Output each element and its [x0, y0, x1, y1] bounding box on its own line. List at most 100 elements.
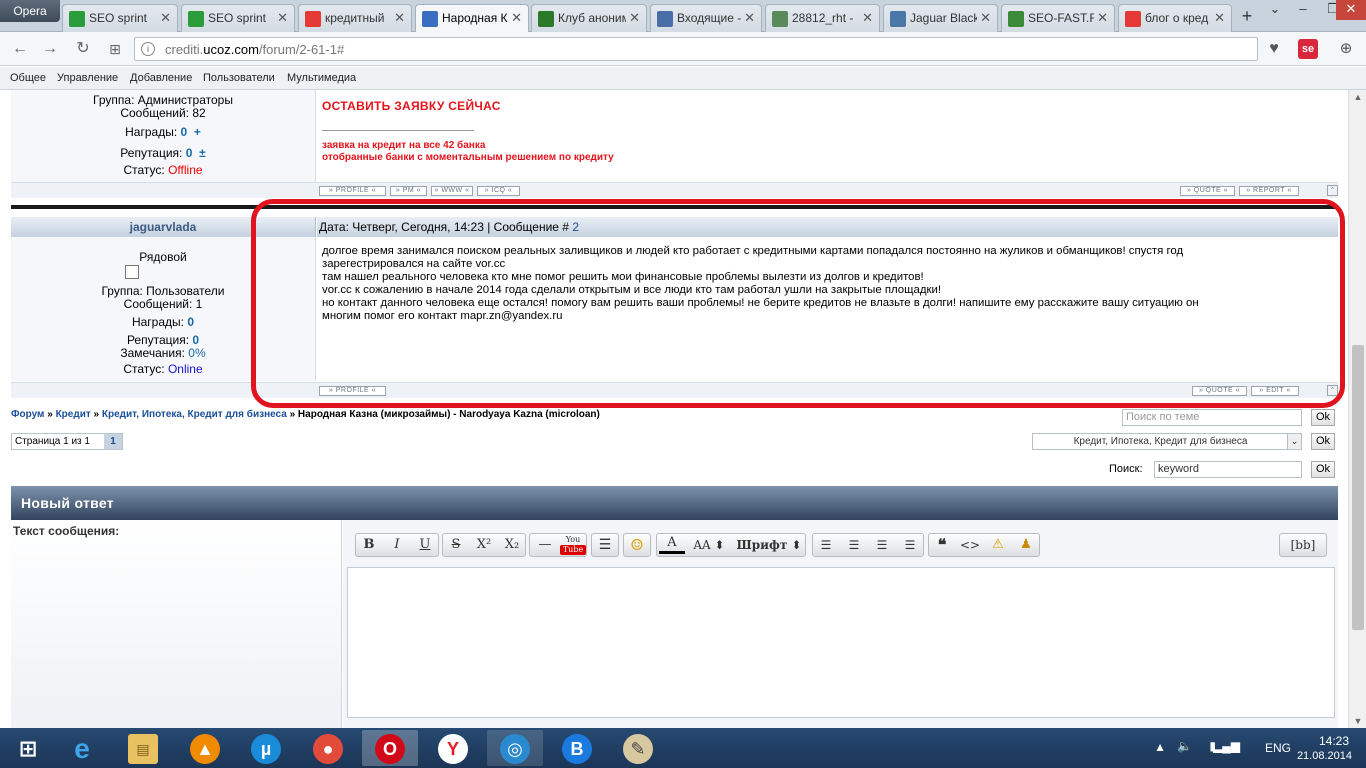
hide-icon[interactable]: ♟	[1013, 534, 1039, 556]
forward-icon[interactable]: →	[40, 39, 60, 59]
forum-jump-ok-button[interactable]: Ok	[1311, 433, 1335, 450]
reputation-button[interactable]: ±	[199, 146, 206, 160]
text-color-button[interactable]: A	[659, 534, 685, 554]
tab-list-icon[interactable]: ⌄	[1260, 0, 1290, 20]
post1-cta-link[interactable]: ОСТАВИТЬ ЗАЯВКУ СЕЙЧАС	[322, 99, 501, 113]
youtube-icon[interactable]: You Tube	[560, 534, 586, 556]
speed-dial-icon[interactable]: ⊞	[105, 39, 125, 59]
close-tab-icon[interactable]: ✕	[511, 10, 522, 26]
close-tab-icon[interactable]: ✕	[744, 10, 755, 26]
seo-extension-icon[interactable]: se	[1298, 39, 1318, 59]
browser-tab[interactable]: кредитный ✕	[298, 4, 412, 32]
forum-jump-select[interactable]: Кредит, Ипотека, Кредит для бизнеса ⌄	[1032, 433, 1302, 450]
breadcrumb-forum-link[interactable]: Форум	[11, 409, 44, 420]
clock-date[interactable]: 21.08.2014	[1297, 750, 1352, 762]
browser-tab[interactable]: Входящие - ✕	[650, 4, 762, 32]
admin-menu-manage[interactable]: Управление	[57, 72, 118, 84]
quote-icon[interactable]: ❝	[929, 534, 955, 556]
italic-button[interactable]: I	[384, 534, 410, 556]
admin-menu-multimedia[interactable]: Мультимедиа	[287, 72, 356, 84]
close-tab-icon[interactable]: ✕	[277, 10, 288, 26]
disc-app-icon[interactable]: ◎	[487, 730, 543, 766]
admin-menu-general[interactable]: Общее	[10, 72, 46, 84]
opera-taskbar-icon[interactable]: O	[362, 730, 418, 766]
hr-button[interactable]: —	[532, 534, 558, 556]
volume-icon[interactable]: 🔈	[1177, 739, 1192, 753]
browser-tab[interactable]: Народная К ✕	[415, 4, 529, 32]
underline-button[interactable]: U	[412, 534, 438, 556]
close-tab-icon[interactable]: ✕	[980, 10, 991, 26]
browser-tab[interactable]: SEO-FAST.R ✕	[1001, 4, 1115, 32]
browser-tab[interactable]: SEO sprint ✕	[62, 4, 178, 32]
browser-tab[interactable]: SEO sprint ✕	[181, 4, 295, 32]
spoiler-icon[interactable]: ⚠	[985, 534, 1011, 556]
post1-icq-button[interactable]: » ICQ «	[477, 186, 520, 196]
close-tab-icon[interactable]: ✕	[160, 10, 171, 26]
post1-pm-button[interactable]: » PM «	[390, 186, 427, 196]
language-indicator[interactable]: ENG	[1265, 741, 1291, 755]
close-tab-icon[interactable]: ✕	[629, 10, 640, 26]
align-center-icon[interactable]: ☰	[841, 534, 867, 556]
internet-explorer-icon[interactable]: e	[54, 730, 110, 766]
tray-expand-icon[interactable]: ▲	[1154, 740, 1166, 754]
topic-search-ok-button[interactable]: Ok	[1311, 409, 1335, 426]
browser-tab[interactable]: блог о кред ✕	[1118, 4, 1232, 32]
search-input[interactable]: keyword	[1154, 461, 1302, 478]
align-right-icon[interactable]: ☰	[869, 534, 895, 556]
browser-b-icon[interactable]: B	[549, 730, 605, 766]
list-icon[interactable]: ☰	[592, 534, 618, 556]
topic-search-input[interactable]: Поиск по теме	[1122, 409, 1302, 426]
scroll-down-icon[interactable]: ▼	[1352, 716, 1364, 726]
paint-icon[interactable]: ✎	[610, 730, 666, 766]
media-app-icon[interactable]: ●	[300, 730, 356, 766]
avast-icon[interactable]: ▲	[177, 730, 233, 766]
back-icon[interactable]: ←	[10, 39, 30, 59]
align-justify-icon[interactable]: ☰	[897, 534, 923, 556]
award-plus-button[interactable]: +	[194, 125, 201, 139]
close-tab-icon[interactable]: ✕	[1214, 10, 1225, 26]
site-info-icon[interactable]: i	[141, 42, 155, 56]
strike-button[interactable]: S	[443, 534, 469, 556]
breadcrumb-credit-link[interactable]: Кредит	[56, 409, 91, 420]
close-tab-icon[interactable]: ✕	[394, 10, 405, 26]
code-icon[interactable]: <>	[957, 534, 983, 556]
opera-menu-button[interactable]: Opera	[0, 0, 60, 22]
bold-button[interactable]: B	[356, 534, 382, 556]
scroll-top-icon[interactable]: ⌃	[1327, 185, 1338, 196]
post1-report-button[interactable]: » REPORT «	[1239, 186, 1299, 196]
download-icon[interactable]: ⊕	[1336, 39, 1356, 59]
clock-time[interactable]: 14:23	[1319, 734, 1349, 748]
heart-icon[interactable]: ♥	[1264, 39, 1284, 59]
close-tab-icon[interactable]: ✕	[862, 10, 873, 26]
post1-profile-button[interactable]: » PROFILE «	[319, 186, 386, 196]
admin-menu-users[interactable]: Пользователи	[203, 72, 275, 84]
subscript-button[interactable]: X₂	[499, 534, 525, 556]
align-left-icon[interactable]: ☰	[813, 534, 839, 556]
message-textarea[interactable]	[347, 567, 1335, 718]
post1-line1[interactable]: заявка на кредит на все 42 банка	[322, 140, 485, 151]
breadcrumb-category-link[interactable]: Кредит, Ипотека, Кредит для бизнеса	[102, 409, 287, 420]
post1-line2[interactable]: отобранные банки с моментальным решением…	[322, 152, 614, 163]
file-explorer-icon[interactable]: ▤	[115, 730, 171, 766]
close-tab-icon[interactable]: ✕	[1097, 10, 1108, 26]
font-family-select[interactable]: Шрифт ⬍	[733, 534, 805, 556]
utorrent-icon[interactable]: µ	[238, 730, 294, 766]
signal-icon[interactable]: ▂▄▆	[1213, 739, 1240, 753]
reload-icon[interactable]: ↻	[73, 39, 93, 59]
bb-mode-button[interactable]: [bb]	[1279, 533, 1327, 557]
close-window-button[interactable]: ✕	[1336, 0, 1366, 20]
search-ok-button[interactable]: Ok	[1311, 461, 1335, 478]
browser-tab[interactable]: Клуб аноним ✕	[531, 4, 647, 32]
superscript-button[interactable]: X²	[471, 534, 497, 556]
post1-www-button[interactable]: » WWW «	[431, 186, 473, 196]
new-tab-button[interactable]: +	[1236, 5, 1258, 27]
minimize-button[interactable]: –	[1288, 0, 1318, 20]
smiley-icon[interactable]: ☺	[624, 534, 650, 556]
scroll-up-icon[interactable]: ▲	[1352, 92, 1364, 102]
page-scrollbar[interactable]: ▲ ▼	[1348, 90, 1366, 728]
browser-tab[interactable]: 28812_rht - ✕	[765, 4, 880, 32]
page-1-link[interactable]: 1	[104, 434, 122, 449]
url-field[interactable]: i crediti.ucoz.com/forum/2-61-1#	[134, 37, 1258, 61]
start-button[interactable]: ⊞	[0, 730, 56, 766]
font-size-select[interactable]: AA ⬍	[689, 534, 729, 556]
